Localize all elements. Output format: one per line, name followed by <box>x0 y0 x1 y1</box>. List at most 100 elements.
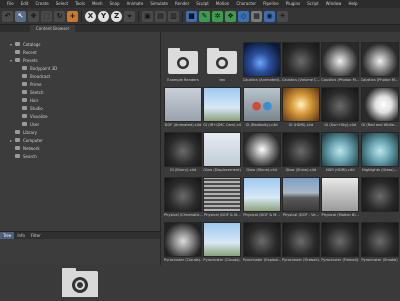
content-item[interactable]: Physical (DOF & M... <box>203 177 242 218</box>
tree-item[interactable]: Visualize <box>0 112 160 120</box>
scene-thumbnail[interactable] <box>164 132 202 167</box>
scene-thumbnail[interactable] <box>321 132 360 167</box>
scene-thumbnail[interactable] <box>203 222 242 257</box>
menu-item-render[interactable]: Render <box>175 0 189 8</box>
content-item[interactable]: Caustics (Photon M... <box>321 42 360 83</box>
sidebar-tab[interactable]: Info <box>14 232 28 239</box>
scene-thumbnail[interactable] <box>242 177 281 212</box>
content-item[interactable]: Physical (Motion Bl... <box>321 177 360 218</box>
content-item[interactable]: Pyrocluster (Fireball)... <box>281 222 320 263</box>
menu-item-pipeline[interactable]: Pipeline <box>263 0 279 8</box>
content-item[interactable]: DOF (Animated).c4d <box>164 87 202 128</box>
scene-thumbnail[interactable] <box>203 87 242 122</box>
tree-item[interactable]: Recent <box>0 48 160 56</box>
render-view-icon[interactable]: ▣ <box>142 10 153 22</box>
menu-item-motion[interactable]: Motion <box>216 0 230 8</box>
content-item[interactable]: Physical (DOF - Ve... <box>281 177 320 218</box>
folder-thumbnail[interactable] <box>203 42 242 77</box>
tree-item[interactable]: ▾ Presets <box>0 56 160 64</box>
scene-thumbnail[interactable] <box>242 132 281 167</box>
select-tool-icon[interactable]: ↖ <box>15 10 26 22</box>
scene-thumbnail[interactable] <box>164 87 202 122</box>
scene-thumbnail[interactable] <box>203 177 242 212</box>
menu-item-create[interactable]: Create <box>35 0 48 8</box>
cube-icon[interactable]: ■ <box>186 10 197 22</box>
menu-item-snap[interactable]: Snap <box>109 0 119 8</box>
menu-item-plugins[interactable]: Plugins <box>286 0 300 8</box>
tree-item[interactable]: Search <box>0 152 160 160</box>
axis-y-button[interactable]: Y <box>98 10 109 22</box>
folder-thumbnail[interactable] <box>164 42 202 77</box>
axis-z-button[interactable]: Z <box>111 10 122 22</box>
menu-item-animate[interactable]: Animate <box>127 0 144 8</box>
scene-thumbnail[interactable] <box>360 222 399 257</box>
nurbs-icon[interactable]: ✲ <box>212 10 223 22</box>
content-item[interactable]: Physical (DOF & M... <box>242 177 281 218</box>
scene-thumbnail[interactable] <box>360 42 399 77</box>
menu-item-file[interactable]: File <box>7 0 14 8</box>
content-item[interactable]: Pyrocluster (Explosi... <box>242 222 281 263</box>
tree-item[interactable]: Library <box>0 128 160 136</box>
scene-thumbnail[interactable] <box>242 42 281 77</box>
tree-item[interactable]: Studio <box>0 104 160 112</box>
scene-thumbnail[interactable] <box>164 222 202 257</box>
scene-thumbnail[interactable] <box>281 42 320 77</box>
content-item[interactable]: Pyrocluster (Fireball)... <box>321 222 360 263</box>
content-item[interactable]: Caustics (Volume C... <box>281 42 320 83</box>
menu-item-tools[interactable]: Tools <box>75 0 85 8</box>
render-picture-icon[interactable]: ▤ <box>155 10 166 22</box>
content-item[interactable]: GI (HDRI).c4d <box>281 87 320 128</box>
menu-item-edit[interactable]: Edit <box>21 0 29 8</box>
content-item[interactable]: Pyrocluster (Smoke) <box>360 222 399 263</box>
scale-tool-icon[interactable]: ⬚ <box>41 10 52 22</box>
render-settings-icon[interactable]: ▥ <box>168 10 179 22</box>
scene-thumbnail[interactable] <box>321 42 360 77</box>
tree-item[interactable]: ▸ Computer <box>0 136 160 144</box>
scene-thumbnail[interactable] <box>281 222 320 257</box>
content-item[interactable]: HDR (HDRI).c4d <box>321 132 360 173</box>
tree-item[interactable]: User <box>0 120 160 128</box>
content-item[interactable]: Caustics (Photon M... <box>360 42 399 83</box>
tree-item[interactable]: Broadcast <box>0 72 160 80</box>
scene-thumbnail[interactable] <box>360 177 399 212</box>
scene-thumbnail[interactable] <box>321 87 360 122</box>
content-item[interactable]: Example Renders <box>164 42 202 83</box>
axis-x-button[interactable]: X <box>85 10 96 22</box>
scene-thumbnail[interactable] <box>321 177 360 212</box>
deformer-icon[interactable]: ◇ <box>238 10 249 22</box>
menu-item-script[interactable]: Script <box>307 0 319 8</box>
content-item[interactable]: Caustics (Animated)... <box>242 42 281 83</box>
menu-item-simulate[interactable]: Simulate <box>150 0 168 8</box>
scene-thumbnail[interactable] <box>360 132 399 167</box>
rotate-tool-icon[interactable]: ↻ <box>54 10 65 22</box>
content-item[interactable]: GI (Blurry).c4d <box>164 132 202 173</box>
light-icon[interactable]: ☀ <box>277 10 288 22</box>
content-item[interactable]: Highlights (Glass)... <box>360 132 399 173</box>
content-item[interactable]: Pyrocluster (Clouds)... <box>164 222 202 263</box>
menu-item-help[interactable]: Help <box>348 0 357 8</box>
content-item[interactable]: GI (Sun+Sky).c4d <box>321 87 360 128</box>
content-item[interactable]: Pyrocluster (Clouds)... <box>203 222 242 263</box>
content-item[interactable] <box>360 177 399 218</box>
move-tool-icon[interactable]: ✥ <box>28 10 39 22</box>
scene-thumbnail[interactable] <box>242 87 281 122</box>
content-browser-tab[interactable]: Content Browser <box>30 25 76 32</box>
scene-thumbnail[interactable] <box>281 177 320 212</box>
array-icon[interactable]: ❖ <box>225 10 236 22</box>
scene-icon[interactable]: ▦ <box>251 10 262 22</box>
scene-thumbnail[interactable] <box>203 132 242 167</box>
camera-icon[interactable]: ◉ <box>264 10 275 22</box>
tree-item[interactable]: Sketch <box>0 88 160 96</box>
content-item[interactable]: tex <box>203 42 242 83</box>
menu-item-select[interactable]: Select <box>56 0 68 8</box>
tree-item[interactable]: ▾ Catalogs <box>0 40 160 48</box>
spline-icon[interactable]: ✎ <box>199 10 210 22</box>
scene-thumbnail[interactable] <box>242 222 281 257</box>
content-item[interactable]: GI (IR+QMC Cam).c4d <box>203 87 242 128</box>
sidebar-tab[interactable]: Tree <box>0 232 15 239</box>
tree-item[interactable]: Prime <box>0 80 160 88</box>
tree-item[interactable]: Hair <box>0 96 160 104</box>
menu-item-window[interactable]: Window <box>326 0 342 8</box>
scene-thumbnail[interactable] <box>281 132 320 167</box>
scene-thumbnail[interactable] <box>281 87 320 122</box>
